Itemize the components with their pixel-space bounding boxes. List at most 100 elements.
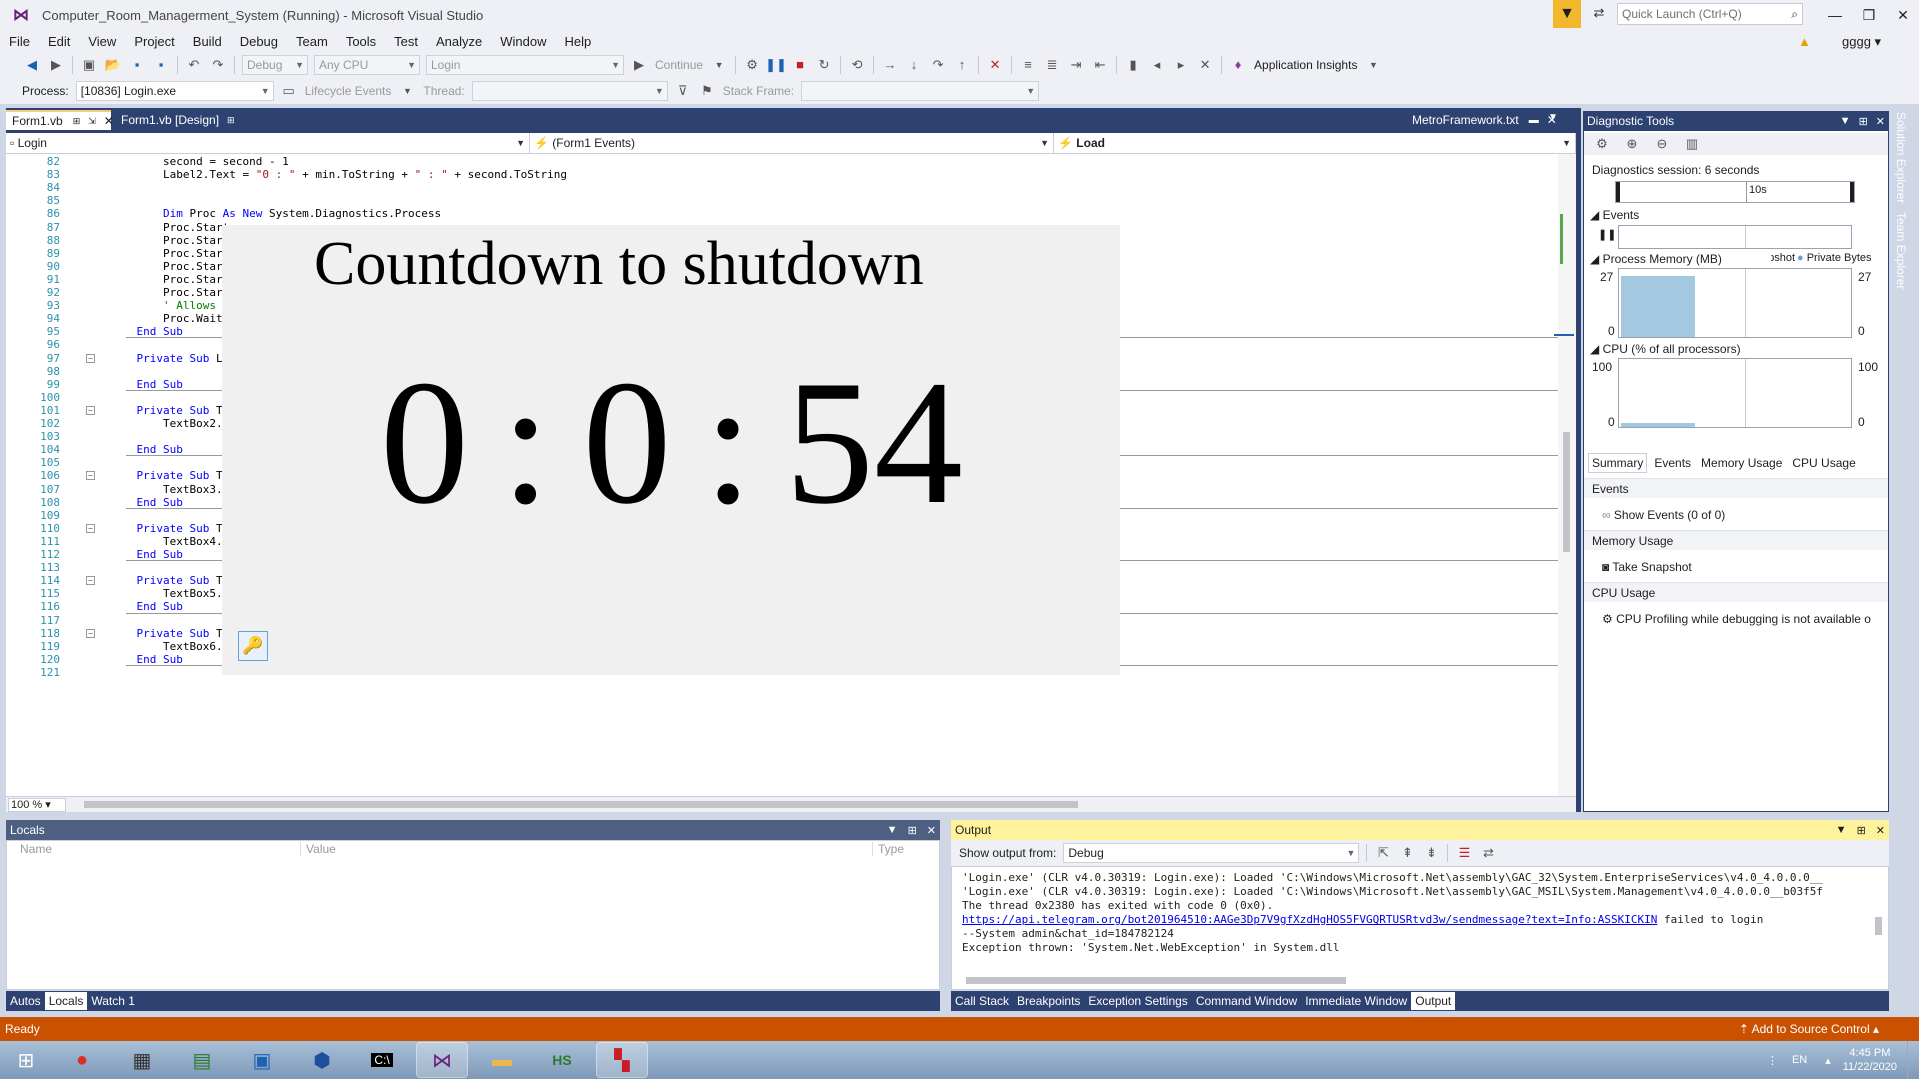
prev-message-icon[interactable]: ⇞ [1396, 843, 1418, 863]
solution-explorer-tab[interactable]: Solution Explorer [1894, 112, 1908, 203]
browser-link-icon[interactable]: ⚙ [741, 55, 763, 75]
uncomment-icon[interactable]: ≣ [1041, 55, 1063, 75]
network-tool-icon[interactable]: ▣ [236, 1042, 288, 1078]
tab-form1-design[interactable]: Form1.vb [Design] ⊞ [115, 110, 241, 130]
clear-all-icon[interactable]: ☰ [1453, 843, 1475, 863]
pin-icon[interactable]: ⊞ [908, 824, 917, 837]
tab-exception-settings[interactable]: Exception Settings [1084, 992, 1191, 1010]
virtualbox-icon[interactable]: ⬢ [296, 1042, 348, 1078]
calculator-icon[interactable]: ▦ [116, 1042, 168, 1078]
team-explorer-tab[interactable]: Team Explorer [1894, 212, 1908, 289]
tab-form1-vb[interactable]: Form1.vb ⊞ ⇲ ✕ [6, 110, 114, 130]
column-type[interactable]: Type [878, 842, 904, 856]
menu-edit[interactable]: Edit [39, 34, 79, 49]
file-explorer-icon[interactable]: ▬ [476, 1042, 528, 1078]
bookmark-icon[interactable]: ▮ [1122, 55, 1144, 75]
next-message-icon[interactable]: ⇟ [1420, 843, 1442, 863]
collapse-icon[interactable]: − [86, 576, 95, 586]
menu-file[interactable]: File [0, 34, 39, 49]
redo-icon[interactable]: ↷ [207, 55, 229, 75]
comment-icon[interactable]: ≡ [1017, 55, 1039, 75]
forward-icon[interactable]: ▶ [45, 55, 67, 75]
language-indicator[interactable]: EN [1792, 1054, 1807, 1066]
process-dropdown[interactable]: [10836] Login.exe ▼ [75, 81, 274, 101]
menu-tools[interactable]: Tools [337, 34, 385, 49]
user-account[interactable]: gggg ▾ [1842, 34, 1881, 50]
menu-build[interactable]: Build [184, 34, 231, 49]
scrollbar-thumb[interactable] [1875, 917, 1882, 935]
scrollbar-thumb[interactable] [966, 977, 1346, 984]
zoom-dropdown[interactable]: 100 % ▾ [8, 798, 66, 812]
show-hidden-icons-icon[interactable]: ▴ [1825, 1054, 1831, 1067]
editor-vertical-scrollbar[interactable] [1554, 154, 1576, 796]
tab-locals[interactable]: Locals [44, 992, 88, 1010]
visual-studio-taskbar-icon[interactable]: ⋈ [416, 1042, 468, 1078]
configuration-dropdown[interactable]: Debug ▼ [242, 54, 308, 75]
application-insights-icon[interactable]: ♦ [1227, 55, 1249, 75]
process-memory-section-label[interactable]: ◢ Process Memory (MB) [1590, 252, 1722, 266]
hs-app-icon[interactable]: HS [536, 1042, 588, 1078]
pin-icon[interactable]: ⊞ [73, 116, 81, 127]
start-button-icon[interactable]: ⊞ [4, 1042, 48, 1078]
filter-icon[interactable]: ▼ [1553, 0, 1581, 28]
startup-project-dropdown[interactable]: Login ▼ [426, 54, 624, 75]
step-out-icon[interactable]: ↑ [951, 55, 973, 75]
reset-view-icon[interactable]: ▥ [1681, 134, 1703, 154]
show-events-link[interactable]: ∞ Show Events (0 of 0) [1602, 508, 1725, 522]
pin-icon[interactable]: ⇲ [88, 116, 96, 127]
chrome-icon[interactable]: ● [56, 1042, 108, 1078]
settings-icon[interactable]: ⚙ [1591, 134, 1613, 154]
prev-bookmark-icon[interactable]: ◂ [1146, 55, 1168, 75]
project-dropdown[interactable]: ▫ Login ▼ [6, 133, 530, 153]
save-icon[interactable]: ▪ [126, 55, 148, 75]
clock[interactable]: 4:45 PM 11/22/2020 [1843, 1046, 1897, 1074]
key-icon[interactable]: 🔑 [238, 631, 268, 661]
chevron-down-icon[interactable]: ▼ [1836, 824, 1847, 837]
pin-icon[interactable]: ⊞ [1859, 115, 1868, 128]
stack-frame-dropdown[interactable]: ▼ [801, 81, 1040, 101]
close-icon[interactable]: ✕ [104, 114, 114, 128]
next-bookmark-icon[interactable]: ▸ [1170, 55, 1192, 75]
add-to-source-control-button[interactable]: ⇡ Add to Source Control ▴ [1739, 1022, 1879, 1036]
tab-events[interactable]: Events [1651, 454, 1694, 472]
step-into-icon[interactable]: ↓ [903, 55, 925, 75]
open-file-icon[interactable]: 📂 [102, 55, 124, 75]
output-source-dropdown[interactable]: Debug ▼ [1063, 843, 1360, 863]
feedback-icon[interactable]: ⇄ [1588, 5, 1610, 25]
restart-icon[interactable]: ↻ [813, 55, 835, 75]
column-name[interactable]: Name [20, 842, 52, 856]
chevron-down-icon[interactable]: ▼ [1840, 115, 1851, 128]
scrollbar-thumb[interactable] [1563, 432, 1570, 552]
pin-icon[interactable]: ⊞ [227, 115, 235, 126]
quick-launch-input[interactable]: Quick Launch (Ctrl+Q) ⌕ [1617, 3, 1803, 25]
chevron-down-icon[interactable]: ▼ [1362, 55, 1384, 75]
chevron-down-icon[interactable]: ▼ [396, 81, 418, 101]
menu-view[interactable]: View [79, 34, 125, 49]
pause-icon[interactable]: ❚❚ [765, 55, 787, 75]
collapse-icon[interactable]: − [86, 471, 95, 481]
application-insights-button[interactable]: Application Insights [1254, 58, 1357, 72]
telegram-link[interactable]: https://api.telegram.org/bot201964510:AA… [962, 913, 1657, 926]
tab-list-icon[interactable]: ▼ [1548, 112, 1558, 123]
hot-reload-icon[interactable]: ⟲ [846, 55, 868, 75]
zoom-out-icon[interactable]: ⊖ [1651, 134, 1673, 154]
lifecycle-events-dropdown[interactable]: Lifecycle Events [305, 84, 392, 98]
method-dropdown[interactable]: ⚡ Load ▼ [1054, 133, 1576, 153]
chevron-down-icon[interactable]: ▼ [708, 55, 730, 75]
cpu-section-label[interactable]: ◢ CPU (% of all processors) [1590, 342, 1741, 356]
close-icon[interactable]: ✕ [1876, 115, 1885, 128]
menu-help[interactable]: Help [556, 34, 601, 49]
save-all-icon[interactable]: ▪ [150, 55, 172, 75]
scrollbar-thumb[interactable] [84, 801, 1078, 808]
exception-icon[interactable]: ✕ [984, 55, 1006, 75]
tab-cpu-usage[interactable]: CPU Usage [1789, 454, 1858, 472]
continue-button[interactable]: Continue [655, 58, 703, 72]
menu-project[interactable]: Project [125, 34, 183, 49]
continue-icon[interactable]: ▶ [628, 55, 650, 75]
menu-debug[interactable]: Debug [231, 34, 287, 49]
close-icon[interactable]: ✕ [927, 824, 936, 837]
tab-immediate-window[interactable]: Immediate Window [1301, 992, 1411, 1010]
collapse-icon[interactable]: − [86, 628, 95, 638]
tab-memory-usage[interactable]: Memory Usage [1698, 454, 1785, 472]
pin-icon[interactable]: ⊞ [1857, 824, 1866, 837]
